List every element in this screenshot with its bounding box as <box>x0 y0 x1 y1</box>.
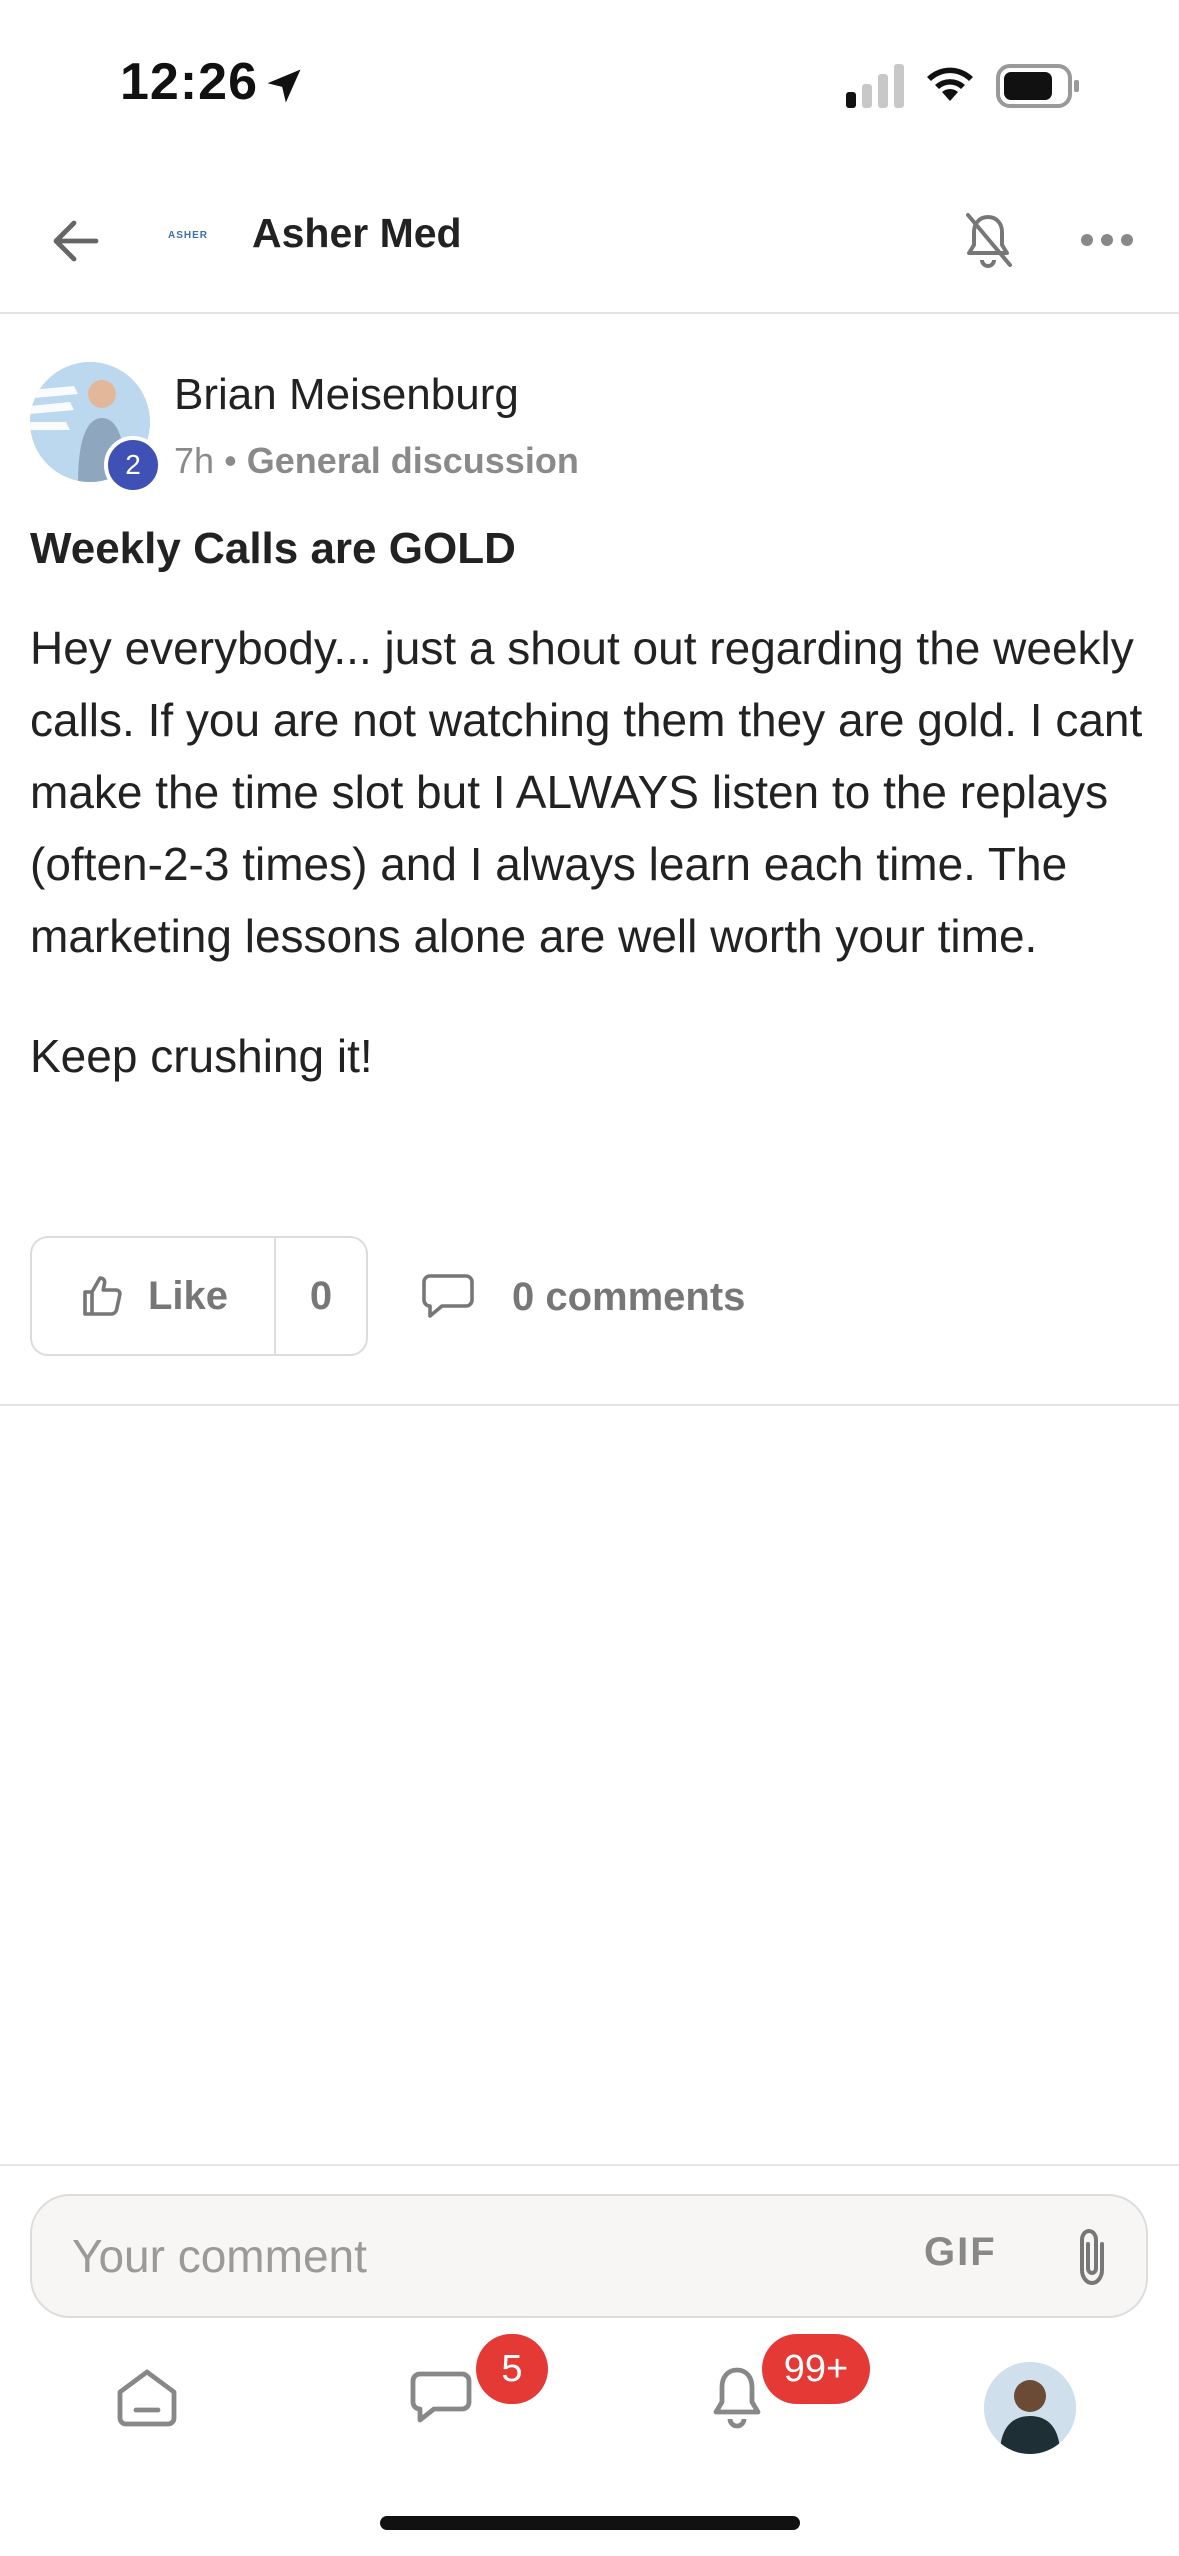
notifications-badge: 99+ <box>762 2334 870 2404</box>
comment-icon <box>422 1274 474 1318</box>
post-body: Hey everybody... just a shout out regard… <box>30 612 1150 1092</box>
level-badge: 2 <box>104 436 162 494</box>
back-button[interactable] <box>40 206 110 276</box>
chat-unread-badge: 5 <box>476 2334 548 2404</box>
nav-chat-button[interactable] <box>396 2352 486 2442</box>
paperclip-icon <box>1080 2228 1104 2286</box>
post-title: Weekly Calls are GOLD <box>30 524 516 573</box>
thumbs-up-icon <box>83 1276 122 1316</box>
more-options-button[interactable] <box>1070 214 1144 266</box>
cellular-signal-icon <box>846 64 904 108</box>
like-button[interactable]: Like <box>32 1238 276 1354</box>
author-name[interactable]: Brian Meisenburg <box>174 370 519 420</box>
page-title: Asher Med <box>252 210 462 256</box>
like-count[interactable]: 0 <box>276 1238 366 1354</box>
header: ASHER Asher Med <box>0 170 1179 314</box>
arrow-left-icon <box>53 220 99 262</box>
home-icon <box>117 2369 177 2427</box>
community-logo: ASHER <box>168 230 209 241</box>
meta-separator: • <box>224 440 237 481</box>
like-label: Like <box>147 1273 229 1318</box>
profile-avatar-image <box>984 2362 1076 2454</box>
divider <box>0 1404 1179 1406</box>
comments-label: 0 comments <box>512 1274 746 1319</box>
bell-off-icon <box>966 213 1012 268</box>
comment-input[interactable] <box>72 2196 872 2316</box>
status-time: 12:26 <box>120 53 258 111</box>
like-group: Like 0 <box>30 1236 368 1356</box>
post-time: 7h <box>174 440 215 481</box>
gif-button[interactable]: GIF <box>924 2230 997 2275</box>
comment-box: GIF <box>30 2194 1148 2318</box>
bell-icon <box>713 2367 761 2429</box>
comments-button[interactable]: 0 comments <box>420 1252 745 1342</box>
post-paragraph: Keep crushing it! <box>30 1030 373 1082</box>
more-horizontal-icon <box>1081 234 1133 246</box>
post-category[interactable]: General discussion <box>247 440 579 481</box>
status-bar: 12:26 <box>0 0 1179 170</box>
location-arrow-icon <box>267 69 301 103</box>
nav-home-button[interactable] <box>102 2352 192 2442</box>
chat-icon <box>410 2371 472 2423</box>
mute-notifications-button[interactable] <box>952 202 1024 278</box>
post-paragraph: Hey everybody... just a shout out regard… <box>30 622 1143 962</box>
nav-profile-avatar[interactable] <box>984 2362 1076 2454</box>
wifi-icon <box>927 67 973 101</box>
attach-button[interactable] <box>1062 2222 1122 2292</box>
home-indicator <box>380 2516 800 2530</box>
battery-icon <box>996 64 1079 108</box>
post-meta: 7h • General discussion <box>174 440 579 482</box>
